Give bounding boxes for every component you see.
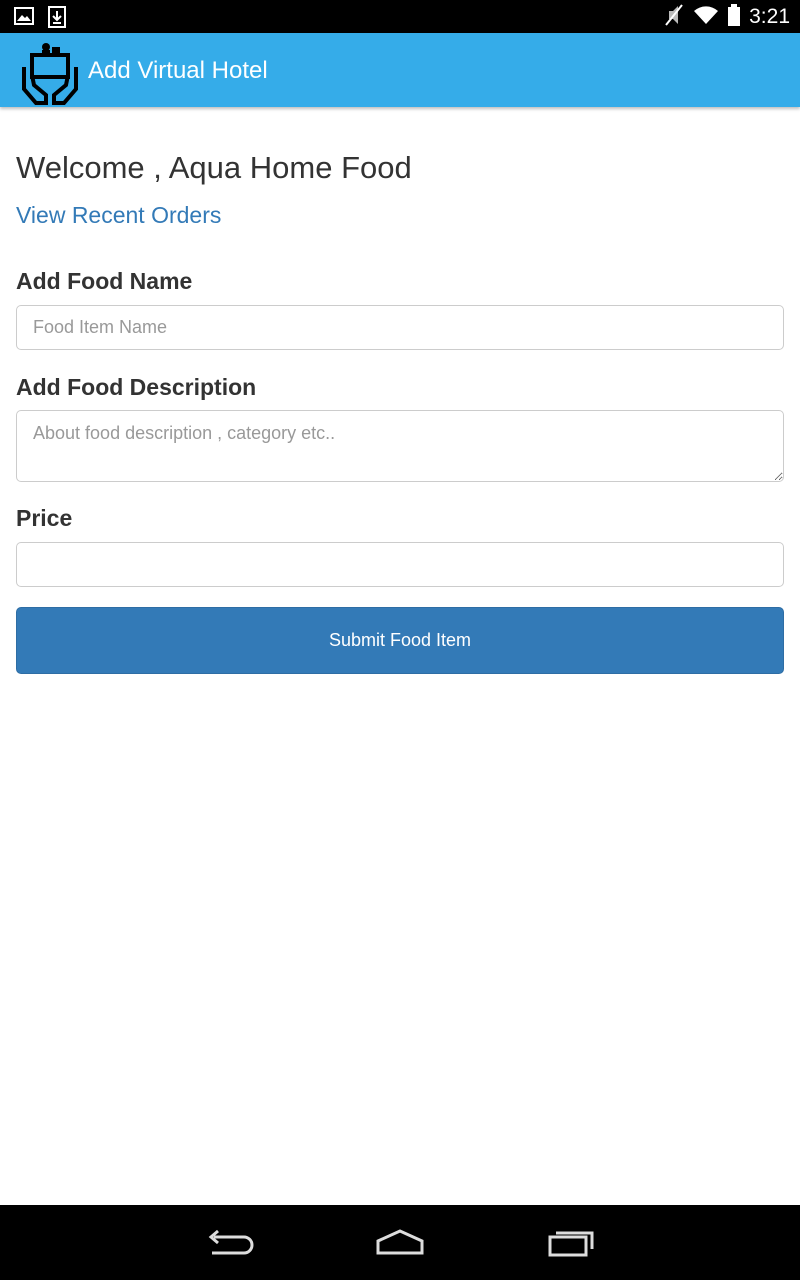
battery-icon bbox=[727, 3, 741, 31]
food-name-label: Add Food Name bbox=[16, 268, 193, 294]
app-title: Add Virtual Hotel bbox=[88, 57, 268, 84]
download-icon bbox=[48, 6, 66, 32]
price-input[interactable] bbox=[16, 542, 784, 587]
food-description-label: Add Food Description bbox=[16, 374, 257, 400]
submit-food-item-button[interactable]: Submit Food Item bbox=[16, 607, 784, 674]
food-description-textarea[interactable] bbox=[16, 410, 784, 482]
wifi-icon bbox=[693, 4, 719, 30]
app-bar: Add Virtual Hotel bbox=[0, 33, 800, 107]
back-icon[interactable] bbox=[200, 1225, 260, 1261]
recent-apps-icon[interactable] bbox=[540, 1225, 600, 1261]
status-bar: 3:21 bbox=[0, 0, 800, 33]
mute-icon bbox=[663, 3, 685, 31]
system-nav-bar bbox=[0, 1205, 800, 1280]
home-icon[interactable] bbox=[370, 1225, 430, 1261]
price-label: Price bbox=[16, 505, 73, 531]
clock: 3:21 bbox=[749, 5, 790, 28]
view-recent-orders-link[interactable]: View Recent Orders bbox=[16, 202, 221, 229]
hotel-service-logo-icon[interactable] bbox=[22, 37, 78, 105]
food-name-input[interactable] bbox=[16, 305, 784, 350]
welcome-heading: Welcome , Aqua Home Food bbox=[16, 150, 412, 185]
gallery-icon bbox=[14, 6, 34, 32]
